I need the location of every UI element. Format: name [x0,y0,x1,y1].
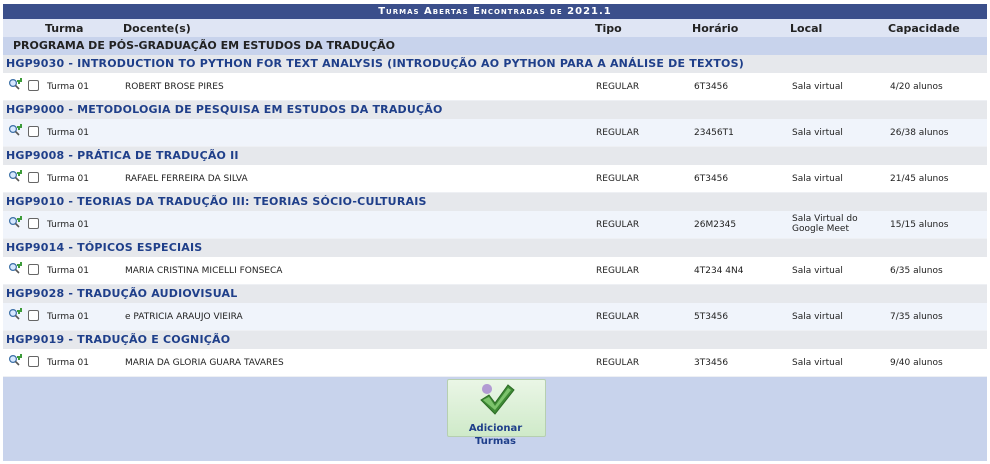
class-select-checkbox[interactable] [28,172,39,183]
zoom-details-icon[interactable] [8,354,22,367]
class-docente: ROBERT BROSE PIRES [125,82,224,92]
class-local: Sala virtual [792,312,843,322]
class-local: Sala virtual [792,358,843,368]
class-local: Sala virtual [792,128,843,138]
table-footer: Adicionar Turmas [3,377,987,461]
class-capacidade: 15/15 alunos [890,220,949,230]
class-local: Sala Virtual do Google Meet [792,214,858,234]
class-local: Sala virtual [792,82,843,92]
class-tipo: REGULAR [596,358,640,368]
class-horario: 3T3456 [694,358,729,368]
class-docente: MARIA CRISTINA MICELLI FONSECA [125,266,283,276]
zoom-details-icon[interactable] [8,262,22,275]
class-capacidade: 26/38 alunos [890,128,949,138]
class-horario: 6T3456 [694,82,729,92]
course-title: HGP9010 - TEORIAS DA TRADUÇÃO III: TEORI… [3,193,987,211]
class-turma: Turma 01 [47,358,89,368]
zoom-details-icon[interactable] [8,78,22,91]
class-select-checkbox[interactable] [28,356,39,367]
class-row: Turma 01 RAFAEL FERREIRA DA SILVA REGULAR 6… [3,165,987,193]
course-title: HGP9019 - TRADUÇÃO E COGNIÇÃO [3,331,987,349]
class-local: Sala virtual [792,266,843,276]
class-row: Turma 01 REGULAR 23456T1 Sala virtual 26/38 … [3,119,987,147]
class-horario: 23456T1 [694,128,734,138]
zoom-details-icon[interactable] [8,124,22,137]
class-tipo: REGULAR [596,174,640,184]
add-classes-label[interactable]: Adicionar Turmas [447,422,544,448]
class-row: Turma 01 ROBERT BROSE PIRES REGULAR 6T3456 S… [3,73,987,101]
class-turma: Turma 01 [47,82,89,92]
class-row: Turma 01 e PATRICIA ARAUJO VIEIRA REGULAR 5… [3,303,987,331]
col-capacidade: Capacidade [888,22,960,35]
checkmark-icon [480,383,515,415]
course-title: HGP9014 - TÓPICOS ESPECIAIS [3,239,987,257]
class-turma: Turma 01 [47,174,89,184]
program-name: PROGRAMA DE PÓS-GRADUAÇÃO EM ESTUDOS DA … [3,37,987,55]
course-title: HGP9008 - PRÁTICA DE TRADUÇÃO II [3,147,987,165]
class-horario: 5T3456 [694,312,729,322]
col-turma: Turma [45,22,84,35]
table-title: Turmas Abertas Encontradas de 2021.1 [3,4,987,19]
class-tipo: REGULAR [596,312,640,322]
class-tipo: REGULAR [596,128,640,138]
course-title: HGP9030 - INTRODUCTION TO PYTHON FOR TEX… [3,55,987,73]
open-classes-table: Turmas Abertas Encontradas de 2021.1 Tur… [3,4,987,461]
class-row: Turma 01 REGULAR 26M2345 Sala Virtual do Go… [3,211,987,239]
class-select-checkbox[interactable] [28,218,39,229]
course-title: HGP9000 - METODOLOGIA DE PESQUISA EM EST… [3,101,987,119]
class-horario: 4T234 4N4 [694,266,744,276]
class-select-checkbox[interactable] [28,264,39,275]
class-capacidade: 7/35 alunos [890,312,943,322]
column-header-row: Turma Docente(s) Tipo Horário Local Capa… [3,19,987,37]
class-row: Turma 01 MARIA DA GLORIA GUARA TAVARES REG… [3,349,987,377]
col-docente: Docente(s) [123,22,191,35]
course-title: HGP9028 - TRADUÇÃO AUDIOVISUAL [3,285,987,303]
course-list: HGP9030 - INTRODUCTION TO PYTHON FOR TEX… [3,55,987,377]
class-turma: Turma 01 [47,128,89,138]
class-horario: 26M2345 [694,220,737,230]
class-capacidade: 4/20 alunos [890,82,943,92]
class-capacidade: 21/45 alunos [890,174,949,184]
class-turma: Turma 01 [47,266,89,276]
class-tipo: REGULAR [596,220,640,230]
class-capacidade: 9/40 alunos [890,358,943,368]
class-docente: RAFAEL FERREIRA DA SILVA [125,174,248,184]
class-capacidade: 6/35 alunos [890,266,943,276]
class-tipo: REGULAR [596,266,640,276]
class-row: Turma 01 MARIA CRISTINA MICELLI FONSECA RE… [3,257,987,285]
col-horario: Horário [692,22,739,35]
zoom-details-icon[interactable] [8,308,22,321]
zoom-details-icon[interactable] [8,216,22,229]
class-select-checkbox[interactable] [28,80,39,91]
class-docente: e PATRICIA ARAUJO VIEIRA [125,312,243,322]
class-turma: Turma 01 [47,220,89,230]
class-select-checkbox[interactable] [28,310,39,321]
class-turma: Turma 01 [47,312,89,322]
class-select-checkbox[interactable] [28,126,39,137]
class-tipo: REGULAR [596,82,640,92]
zoom-details-icon[interactable] [8,170,22,183]
class-local: Sala virtual [792,174,843,184]
col-tipo: Tipo [595,22,622,35]
col-local: Local [790,22,823,35]
class-horario: 6T3456 [694,174,729,184]
class-docente: MARIA DA GLORIA GUARA TAVARES [125,358,284,368]
